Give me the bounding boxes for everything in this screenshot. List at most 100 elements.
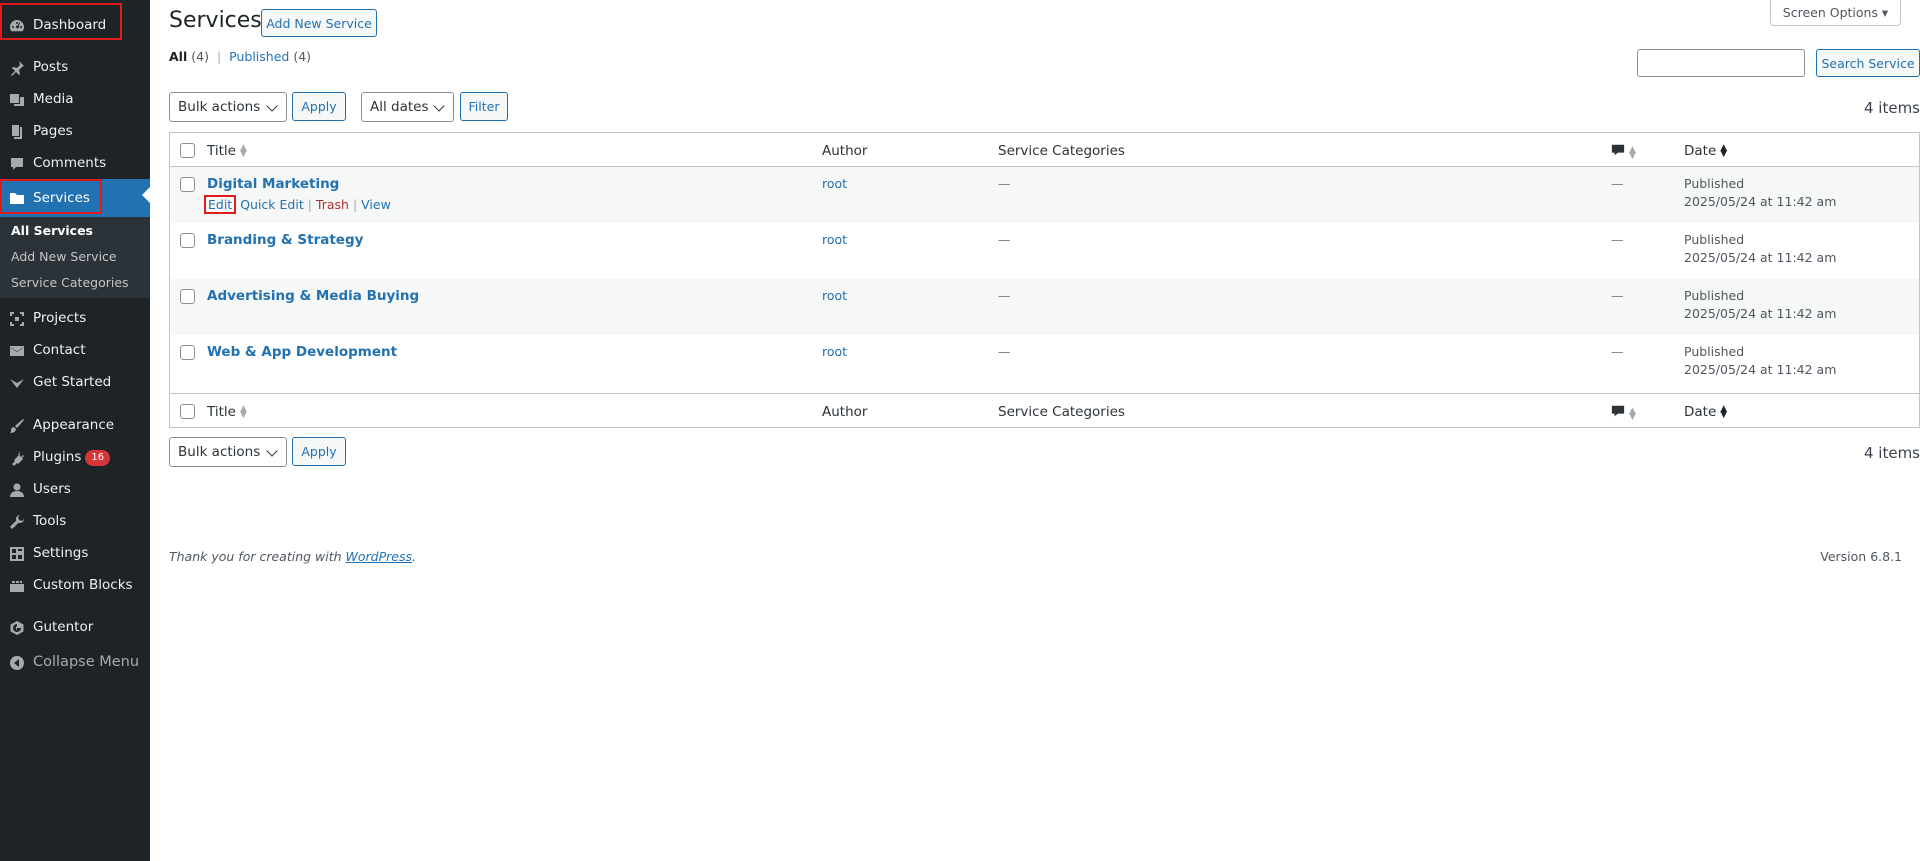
menu-label: Comments (33, 155, 107, 171)
mail-icon (9, 343, 25, 359)
menu-get-started[interactable]: Get Started (0, 366, 150, 398)
row-date: Published 2025/05/24 at 11:42 am (1684, 343, 1836, 379)
row-status: Published (1684, 232, 1745, 247)
menu-services[interactable]: Services (0, 179, 150, 217)
submenu-service-categories[interactable]: Service Categories (11, 275, 129, 290)
menu-contact[interactable]: Contact (0, 334, 150, 366)
row-status: Published (1684, 176, 1745, 191)
row-author-link[interactable]: root (822, 232, 847, 247)
filter-published[interactable]: Published (229, 49, 289, 64)
menu-appearance[interactable]: Appearance (0, 409, 150, 441)
wrench-icon (9, 514, 25, 530)
menu-label: Services (33, 190, 90, 206)
bulk-actions-value: Bulk actions (178, 444, 261, 460)
row-title-link[interactable]: Digital Marketing (207, 176, 339, 192)
screen-options-button[interactable]: Screen Options ▾ (1770, 0, 1901, 26)
collapse-menu-button[interactable]: Collapse Menu (0, 646, 150, 678)
row-title-link[interactable]: Web & App Development (207, 344, 397, 360)
column-date-footer[interactable]: Date ▲ ▼ (1684, 404, 1727, 420)
row-date-value: 2025/05/24 at 11:42 am (1684, 194, 1837, 209)
row-comments: — (1611, 232, 1624, 247)
pages-icon (9, 124, 25, 140)
row-categories: — (998, 344, 1011, 359)
row-categories: — (998, 288, 1011, 303)
user-icon (9, 482, 25, 498)
view-link[interactable]: View (361, 197, 391, 212)
row-checkbox[interactable] (180, 177, 195, 192)
edit-link[interactable]: Edit (204, 195, 237, 214)
menu-tools[interactable]: Tools (0, 505, 150, 537)
search-input[interactable] (1637, 49, 1805, 77)
menu-projects[interactable]: Projects (0, 302, 150, 334)
sort-icon: ▲ ▼ (1720, 143, 1728, 159)
sort-icon: ▲ ▼ (239, 404, 247, 420)
row-author-link[interactable]: root (822, 176, 847, 191)
search-service-button[interactable]: Search Service (1816, 49, 1920, 77)
menu-media[interactable]: Media (0, 83, 150, 115)
menu-label: Dashboard (33, 17, 107, 33)
add-new-service-button[interactable]: Add New Service (261, 9, 377, 37)
select-all-checkbox-bottom[interactable] (180, 404, 195, 419)
row-author-link[interactable]: root (822, 288, 847, 303)
sort-icon: ▲ ▼ (1629, 145, 1636, 161)
row-title-link[interactable]: Branding & Strategy (207, 232, 363, 248)
blocks-icon (9, 578, 25, 594)
gutentor-icon (9, 620, 25, 636)
menu-dashboard[interactable]: Dashboard (0, 9, 150, 41)
menu-label: Tools (33, 513, 67, 529)
wordpress-link[interactable]: WordPress (346, 549, 412, 564)
menu-users[interactable]: Users (0, 473, 150, 505)
column-title-footer[interactable]: Title ▲ ▼ (207, 404, 247, 420)
row-title-link[interactable]: Advertising & Media Buying (207, 288, 419, 304)
bulk-actions-select-bottom[interactable]: Bulk actions (169, 437, 287, 467)
filter-all[interactable]: All (169, 49, 187, 64)
row-author-link[interactable]: root (822, 344, 847, 359)
comment-icon (9, 156, 25, 172)
menu-label: Media (33, 91, 74, 107)
get-started-icon (9, 375, 25, 391)
apply-button-bottom[interactable]: Apply (292, 437, 346, 466)
table-row: Web & App Development root — — Published… (170, 335, 1919, 391)
row-checkbox[interactable] (180, 289, 195, 304)
column-title[interactable]: Title ▲ ▼ (207, 143, 247, 159)
version-text: Version 6.8.1 (1820, 549, 1902, 564)
footer-thanks: Thank you for creating with WordPress. (169, 549, 416, 564)
menu-label: Appearance (33, 417, 115, 433)
menu-gutentor[interactable]: Gutentor (0, 611, 150, 643)
menu-label: Custom Blocks (33, 577, 133, 593)
row-checkbox[interactable] (180, 345, 195, 360)
menu-pages[interactable]: Pages (0, 115, 150, 147)
table-row: Digital Marketing Edit Quick Edit | Tras… (170, 167, 1919, 223)
column-service-categories: Service Categories (998, 143, 1125, 159)
row-checkbox[interactable] (180, 233, 195, 248)
submenu-add-new-service[interactable]: Add New Service (11, 249, 117, 264)
column-comments-footer[interactable]: ▲ ▼ (1611, 404, 1636, 422)
filter-all-count: (4) (191, 49, 209, 64)
folder-icon (9, 190, 25, 206)
menu-label: Users (33, 481, 71, 497)
menu-plugins[interactable]: Plugins 16 (0, 441, 150, 473)
trash-link[interactable]: Trash (316, 197, 349, 212)
menu-comments[interactable]: Comments (0, 147, 150, 179)
bulk-actions-select-top[interactable]: Bulk actions (169, 92, 287, 122)
menu-settings[interactable]: Settings (0, 537, 150, 569)
row-categories: — (998, 176, 1011, 191)
column-service-categories-footer: Service Categories (998, 404, 1125, 420)
chevron-down-icon (266, 445, 278, 457)
apply-button-top[interactable]: Apply (292, 92, 346, 121)
column-comments[interactable]: ▲ ▼ (1611, 143, 1636, 161)
row-comments: — (1611, 344, 1624, 359)
menu-custom-blocks[interactable]: Custom Blocks (0, 569, 150, 601)
submenu-all-services[interactable]: All Services (11, 223, 93, 238)
menu-posts[interactable]: Posts (0, 51, 150, 83)
dates-filter-select[interactable]: All dates (361, 92, 454, 122)
filter-button[interactable]: Filter (460, 92, 508, 121)
action-separator: | (307, 197, 312, 212)
sort-icon: ▲ ▼ (1629, 406, 1636, 422)
menu-label: Posts (33, 59, 69, 75)
row-date-value: 2025/05/24 at 11:42 am (1684, 250, 1837, 265)
quick-edit-link[interactable]: Quick Edit (240, 197, 304, 212)
action-separator: | (352, 197, 358, 212)
select-all-checkbox[interactable] (180, 143, 195, 158)
column-date[interactable]: Date ▲ ▼ (1684, 143, 1727, 159)
